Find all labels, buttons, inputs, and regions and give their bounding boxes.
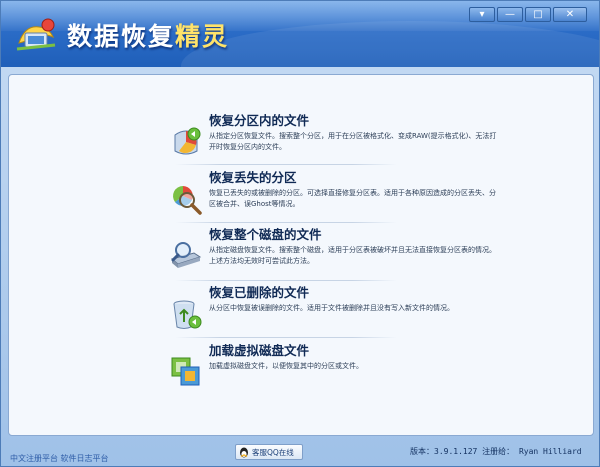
minimize-button[interactable]: — — [497, 7, 523, 22]
footer-links[interactable]: 中文注册平台 软件日志平台 — [10, 453, 109, 463]
close-button[interactable]: ✕ — [553, 7, 587, 22]
divider — [175, 222, 397, 223]
disk-files-icon — [170, 242, 202, 268]
title-bar[interactable]: 数据恢复精灵 ▾ — □ ✕ — [1, 1, 599, 67]
partition-files-icon — [174, 127, 201, 155]
option-desc: 从指定分区恢复文件。搜索整个分区，用于在分区被格式化、变成RAW(提示格式化)、… — [209, 132, 497, 151]
option-title[interactable]: 恢复整个磁盘的文件 — [209, 227, 499, 243]
app-window: 数据恢复精灵 ▾ — □ ✕ 恢复分区内的文件 从指定分区恢复文件。搜索整个分区… — [0, 0, 600, 467]
option-desc: 加载虚拟磁盘文件，以便恢复其中的分区或文件。 — [209, 362, 363, 370]
recycle-bin-icon — [173, 300, 202, 329]
app-title-accent: 精灵 — [175, 22, 230, 51]
option-title[interactable]: 恢复丢失的分区 — [209, 170, 499, 186]
option-load-virtual-disk[interactable]: 加载虚拟磁盘文件 加载虚拟磁盘文件，以便恢复其中的分区或文件。 — [169, 343, 499, 389]
virtual-disk-icon — [171, 357, 200, 386]
menu-dropdown-button[interactable]: ▾ — [469, 7, 495, 22]
divider — [175, 280, 397, 281]
status-bar: 中文注册平台 软件日志平台 客服QQ在线 版本：3.9.1.127 注册给： R… — [8, 441, 594, 463]
option-desc: 从指定磁盘恢复文件。搜索整个磁盘，适用于分区表被破坏并且无法直接恢复分区表的情况… — [209, 246, 496, 265]
restore-button[interactable]: □ — [525, 7, 551, 22]
lost-partition-icon — [173, 186, 202, 215]
app-logo-icon — [16, 18, 56, 51]
main-panel: 恢复分区内的文件 从指定分区恢复文件。搜索整个分区，用于在分区被格式化、变成RA… — [8, 74, 594, 436]
app-title: 数据恢复精灵 — [67, 17, 229, 53]
option-desc: 恢复已丢失的或被删除的分区。可选择直接修复分区表。适用于各种原因造成的分区丢失、… — [209, 189, 496, 208]
option-recover-deleted-files[interactable]: 恢复已删除的文件 从分区中恢复被误删除的文件。适用于文件被删除并且没有写入新文件… — [169, 285, 499, 331]
app-title-main: 数据恢复 — [67, 22, 176, 51]
version-registration-text: 版本：3.9.1.127 注册给： Ryan Hilliard — [410, 447, 582, 456]
qq-penguin-icon — [240, 447, 248, 458]
qq-online-label: 客服QQ在线 — [252, 447, 294, 457]
option-title[interactable]: 加载虚拟磁盘文件 — [209, 343, 499, 359]
option-title[interactable]: 恢复已删除的文件 — [209, 285, 499, 301]
option-desc: 从分区中恢复被误删除的文件。适用于文件被删除并且没有写入新文件的情况。 — [209, 304, 454, 312]
option-recover-partition-files[interactable]: 恢复分区内的文件 从指定分区恢复文件。搜索整个分区，用于在分区被格式化、变成RA… — [169, 113, 499, 159]
divider — [175, 337, 397, 338]
option-recover-disk-files[interactable]: 恢复整个磁盘的文件 从指定磁盘恢复文件。搜索整个磁盘，适用于分区表被破坏并且无法… — [169, 227, 499, 273]
window-controls: ▾ — □ ✕ — [469, 7, 587, 22]
option-recover-lost-partition[interactable]: 恢复丢失的分区 恢复已丢失的或被删除的分区。可选择直接修复分区表。适用于各种原因… — [169, 170, 499, 216]
divider — [175, 164, 397, 165]
qq-online-button[interactable]: 客服QQ在线 — [235, 444, 303, 460]
option-title[interactable]: 恢复分区内的文件 — [209, 113, 499, 129]
